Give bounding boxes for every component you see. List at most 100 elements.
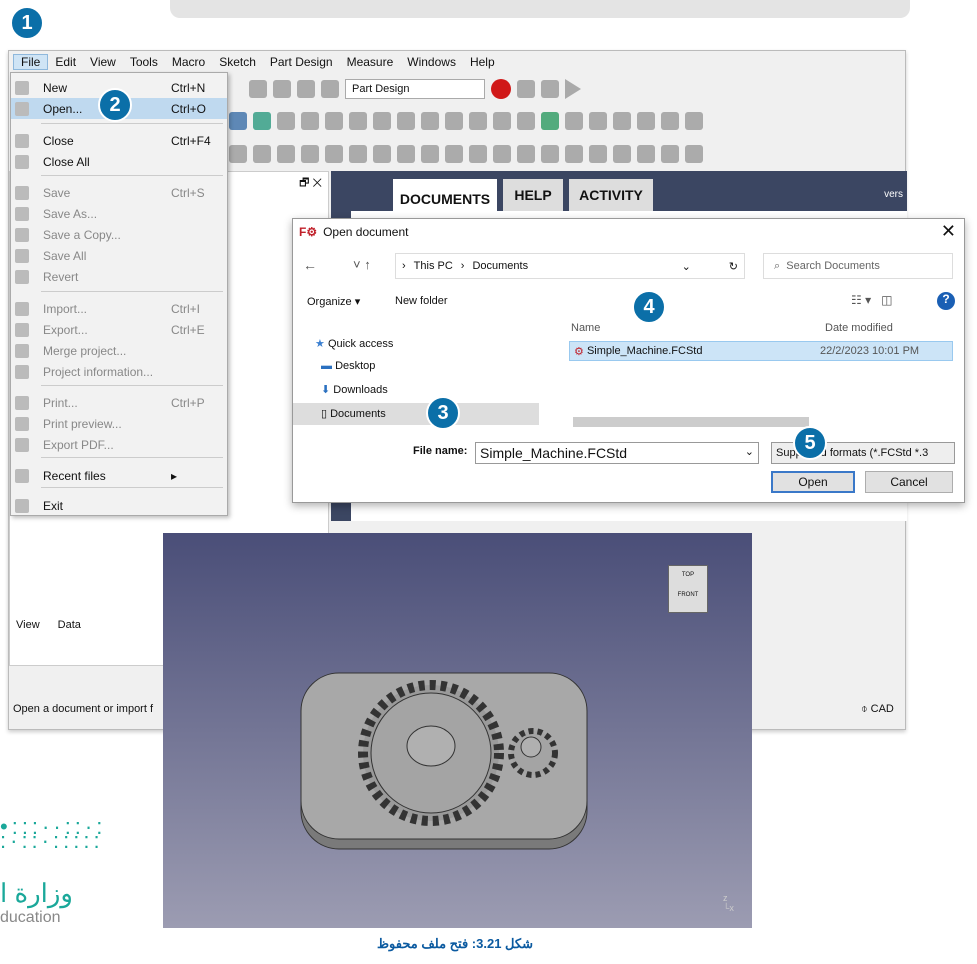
- draft-icon[interactable]: [541, 145, 559, 163]
- menu-item-save[interactable]: Save Ctrl+S: [11, 182, 227, 203]
- menu-sketch[interactable]: Sketch: [212, 55, 263, 69]
- breadcrumb-documents[interactable]: Documents: [472, 260, 528, 272]
- record-macro-icon[interactable]: [491, 79, 511, 99]
- link-icon[interactable]: [517, 112, 535, 130]
- sketch-icon[interactable]: [589, 112, 607, 130]
- menu-item-print[interactable]: Print... Ctrl+P: [11, 392, 227, 413]
- menu-item-recent-files[interactable]: Recent files ▸: [11, 465, 227, 486]
- back-arrow-icon[interactable]: ←: [303, 257, 317, 273]
- nav-quick-access[interactable]: ★ Quick access: [315, 337, 393, 350]
- search-input[interactable]: ⌕ Search Documents: [763, 253, 953, 279]
- menu-tools[interactable]: Tools: [123, 55, 165, 69]
- pad-icon[interactable]: [229, 145, 247, 163]
- refresh-icon[interactable]: ↻: [729, 260, 738, 273]
- menu-file[interactable]: File: [13, 54, 49, 70]
- tab-help[interactable]: HELP: [503, 179, 563, 211]
- menu-item-export[interactable]: Export... Ctrl+E: [11, 319, 227, 340]
- menu-item-save-as[interactable]: Save As...: [11, 203, 227, 224]
- navigation-cube[interactable]: TOP FRONT: [668, 565, 708, 613]
- thickness-icon[interactable]: [565, 145, 583, 163]
- menu-measure[interactable]: Measure: [340, 55, 401, 69]
- breadcrumb-this-pc[interactable]: This PC: [414, 260, 453, 272]
- polar-pattern-icon[interactable]: [661, 145, 679, 163]
- menu-macro[interactable]: Macro: [165, 55, 212, 69]
- pocket-icon[interactable]: [349, 145, 367, 163]
- edit-macro-icon[interactable]: [541, 80, 559, 98]
- menu-help[interactable]: Help: [463, 55, 502, 69]
- menu-item-merge-project[interactable]: Merge project...: [11, 340, 227, 361]
- link-actions-icon[interactable]: [541, 112, 559, 130]
- subtractive-loft-icon[interactable]: [421, 145, 439, 163]
- menu-item-project-information[interactable]: Project information...: [11, 361, 227, 382]
- menu-item-import[interactable]: Import... Ctrl+I: [11, 298, 227, 319]
- column-date-modified[interactable]: Date modified: [825, 322, 893, 334]
- panel-float-close-icon[interactable]: 🗗 ✕: [299, 174, 322, 193]
- tab-data[interactable]: Data: [58, 619, 81, 631]
- view-front-icon[interactable]: [301, 112, 319, 130]
- tab-activity[interactable]: ACTIVITY: [569, 179, 653, 211]
- up-arrow-icon[interactable]: ˅ ↑: [353, 257, 371, 272]
- navigation-style[interactable]: ⌽ CAD: [861, 703, 894, 716]
- view-icon[interactable]: [229, 112, 247, 130]
- zoom-icon[interactable]: [253, 112, 271, 130]
- view-left-icon[interactable]: [421, 112, 439, 130]
- boolean-icon[interactable]: [589, 145, 607, 163]
- nav-desktop[interactable]: ▬ Desktop: [321, 360, 375, 372]
- view-rear-icon[interactable]: [373, 112, 391, 130]
- run-macro-icon[interactable]: [565, 79, 581, 99]
- menu-view[interactable]: View: [83, 55, 123, 69]
- address-bar[interactable]: › This PC › Documents ⌄ ↻: [395, 253, 745, 279]
- subtractive-pipe-icon[interactable]: [445, 145, 463, 163]
- help-icon[interactable]: ?: [937, 292, 955, 310]
- menu-item-revert[interactable]: Revert: [11, 266, 227, 287]
- close-icon[interactable]: ✕: [941, 221, 956, 242]
- menu-item-exit[interactable]: Exit: [11, 495, 227, 516]
- clone-icon[interactable]: [637, 112, 655, 130]
- menu-windows[interactable]: Windows: [400, 55, 463, 69]
- menu-item-close-all[interactable]: Close All: [11, 151, 227, 172]
- groove-icon[interactable]: [397, 145, 415, 163]
- menu-item-save-a-copy[interactable]: Save a Copy...: [11, 224, 227, 245]
- undo-icon[interactable]: [249, 80, 267, 98]
- open-button[interactable]: Open: [771, 471, 855, 493]
- nav-documents[interactable]: ▯ Documents: [293, 403, 539, 425]
- revolution-icon[interactable]: [253, 145, 271, 163]
- 3d-viewport[interactable]: TOP FRONT z └x: [163, 533, 752, 928]
- group-icon[interactable]: [493, 112, 511, 130]
- linear-pattern-icon[interactable]: [637, 145, 655, 163]
- menu-edit[interactable]: Edit: [48, 55, 83, 69]
- fillet-icon[interactable]: [493, 145, 511, 163]
- helix-icon[interactable]: [325, 145, 343, 163]
- new-folder-button[interactable]: New folder: [395, 295, 448, 307]
- view-iso-icon[interactable]: [277, 112, 295, 130]
- multi-transform-icon[interactable]: [685, 145, 703, 163]
- pipe-icon[interactable]: [301, 145, 319, 163]
- hole-icon[interactable]: [373, 145, 391, 163]
- menu-item-save-all[interactable]: Save All: [11, 245, 227, 266]
- cancel-button[interactable]: Cancel: [865, 471, 953, 493]
- column-name[interactable]: Name: [571, 322, 600, 334]
- workbench-select[interactable]: Part Design: [345, 79, 485, 99]
- stop-macro-icon[interactable]: [517, 80, 535, 98]
- refresh-icon[interactable]: [297, 80, 315, 98]
- mirror-icon[interactable]: [613, 145, 631, 163]
- line-icon[interactable]: [685, 112, 703, 130]
- chamfer-icon[interactable]: [517, 145, 535, 163]
- view-top-icon[interactable]: [325, 112, 343, 130]
- point-icon[interactable]: [661, 112, 679, 130]
- measure-icon[interactable]: [445, 112, 463, 130]
- view-right-icon[interactable]: [349, 112, 367, 130]
- subtractive-helix-icon[interactable]: [469, 145, 487, 163]
- redo-icon[interactable]: [273, 80, 291, 98]
- tab-view[interactable]: View: [16, 619, 40, 631]
- horizontal-scrollbar[interactable]: [573, 417, 809, 427]
- menu-item-close[interactable]: Close Ctrl+F4: [11, 130, 227, 151]
- loft-icon[interactable]: [277, 145, 295, 163]
- body-icon[interactable]: [565, 112, 583, 130]
- menu-item-export-pdf[interactable]: Export PDF...: [11, 434, 227, 455]
- file-name-input[interactable]: Simple_Machine.FCStd ⌄: [475, 442, 759, 464]
- file-row[interactable]: ⚙ Simple_Machine.FCStd 22/2/2023 10:01 P…: [569, 341, 953, 361]
- menu-part-design[interactable]: Part Design: [263, 55, 340, 69]
- nav-downloads[interactable]: ⬇ Downloads: [321, 383, 388, 396]
- part-icon[interactable]: [469, 112, 487, 130]
